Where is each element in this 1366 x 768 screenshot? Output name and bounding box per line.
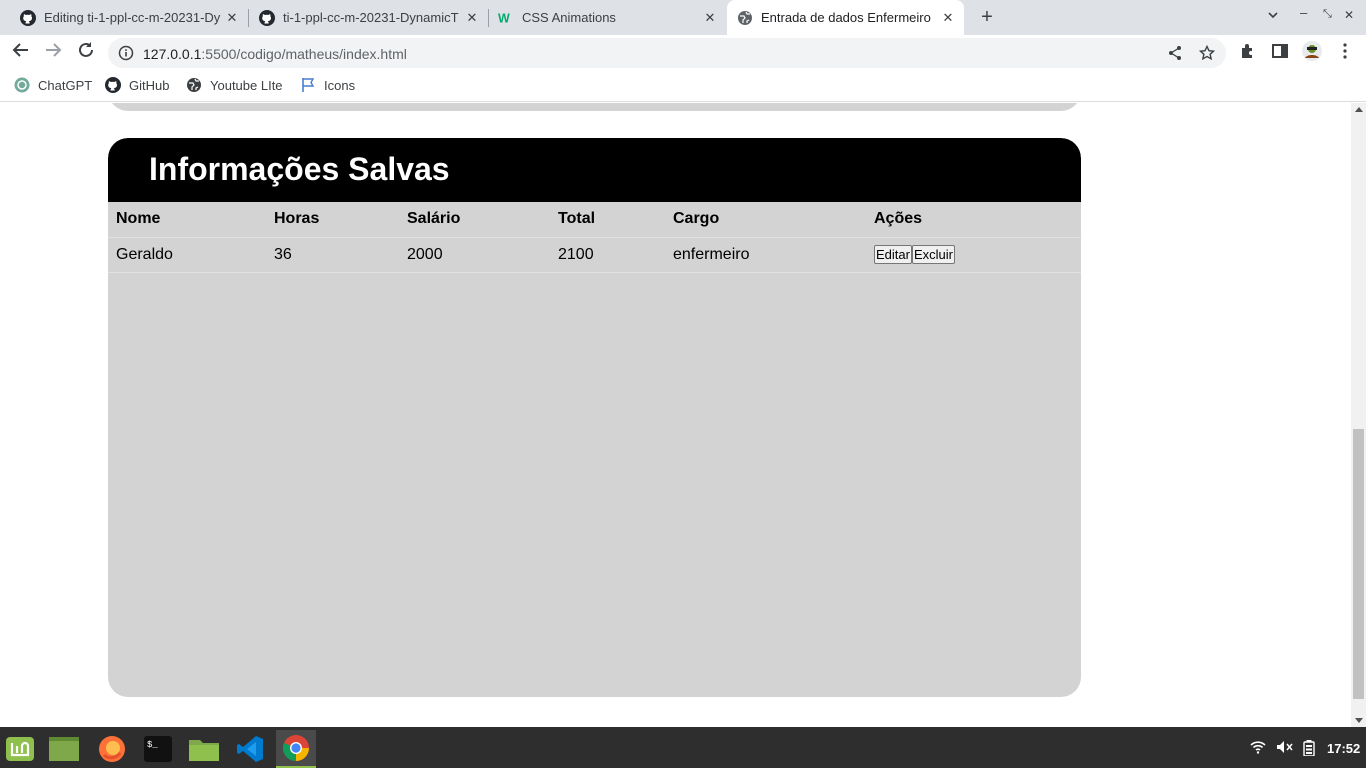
volume-muted-icon[interactable] xyxy=(1276,740,1294,759)
bookmark-github[interactable]: GitHub xyxy=(105,77,169,93)
close-window-button[interactable]: ✕ xyxy=(1344,8,1354,22)
edit-button[interactable]: Editar xyxy=(874,245,912,264)
tab-editing-repo[interactable]: Editing ti-1-ppl-cc-m-20231-Dy ✕ xyxy=(0,0,248,35)
saved-info-table: Nome Horas Salário Total Cargo Ações Ger… xyxy=(108,202,1081,273)
w3schools-icon: W xyxy=(498,10,514,26)
chatgpt-icon xyxy=(14,77,30,93)
table-row: Geraldo 36 2000 2100 enfermeiro Editar Ex… xyxy=(108,237,1081,273)
address-bar[interactable]: 127.0.0.1:5500/codigo/matheus/index.html xyxy=(108,38,1226,68)
table-header-row: Nome Horas Salário Total Cargo Ações xyxy=(108,202,1081,238)
svg-text:W: W xyxy=(498,11,510,25)
tab-search-icon[interactable] xyxy=(1267,9,1279,24)
bookmarks-bar: ChatGPT GitHub Youtube LIte Icons xyxy=(0,69,1366,102)
scroll-thumb[interactable] xyxy=(1353,429,1364,699)
tab-strip: Editing ti-1-ppl-cc-m-20231-Dy ✕ ti-1-pp… xyxy=(0,0,1366,35)
forward-button[interactable] xyxy=(42,41,64,63)
globe-icon xyxy=(186,77,202,93)
globe-icon xyxy=(737,10,753,26)
tab-title: ti-1-ppl-cc-m-20231-DynamicT xyxy=(283,10,459,25)
github-icon xyxy=(105,77,121,93)
minimize-button[interactable]: – xyxy=(1300,5,1307,20)
files-icon[interactable] xyxy=(184,730,224,768)
tab-title: Editing ti-1-ppl-cc-m-20231-Dy xyxy=(44,10,221,25)
chrome-icon[interactable] xyxy=(276,730,316,768)
cell-cargo: enfermeiro xyxy=(665,237,866,273)
saved-info-card: Informações Salvas Nome Horas Salário To… xyxy=(108,138,1081,697)
side-panel-icon[interactable] xyxy=(1271,42,1289,60)
share-icon[interactable] xyxy=(1167,45,1183,61)
new-tab-button[interactable]: + xyxy=(977,7,997,27)
flag-icon xyxy=(300,77,316,93)
scroll-up-arrow-icon[interactable] xyxy=(1355,107,1363,112)
bookmark-star-icon[interactable] xyxy=(1198,44,1216,61)
github-icon xyxy=(20,9,36,26)
bookmark-icons[interactable]: Icons xyxy=(300,77,355,93)
bookmark-label: Youtube LIte xyxy=(210,77,283,93)
column-header-salario: Salário xyxy=(399,202,550,238)
card-header: Informações Salvas xyxy=(108,138,1081,202)
firefox-icon[interactable] xyxy=(92,730,132,768)
tab-dynamic-repo[interactable]: ti-1-ppl-cc-m-20231-DynamicT ✕ xyxy=(248,0,488,35)
tab-title: CSS Animations xyxy=(522,10,616,25)
previous-section-card xyxy=(108,103,1081,111)
system-clock[interactable]: 17:52 xyxy=(1327,741,1360,756)
bookmark-label: GitHub xyxy=(129,77,170,93)
terminal-icon[interactable]: $_ xyxy=(138,730,178,768)
column-header-acoes: Ações xyxy=(866,202,1081,238)
url-text: 127.0.0.1:5500/codigo/matheus/index.html xyxy=(143,46,407,62)
url-path: :5500/codigo/matheus/index.html xyxy=(201,46,407,62)
mint-menu-button[interactable] xyxy=(0,730,40,768)
scroll-down-arrow-icon[interactable] xyxy=(1355,718,1363,723)
bookmark-youtube-lite[interactable]: Youtube LIte xyxy=(186,77,283,93)
back-button[interactable] xyxy=(10,41,32,63)
page-viewport: Informações Salvas Nome Horas Salário To… xyxy=(0,103,1351,727)
bookmark-chatgpt[interactable]: ChatGPT xyxy=(14,77,92,93)
extensions-icon[interactable] xyxy=(1239,42,1257,60)
vscode-icon[interactable] xyxy=(230,730,270,768)
close-icon[interactable]: ✕ xyxy=(464,10,480,26)
cell-horas: 36 xyxy=(266,237,399,273)
github-icon xyxy=(259,9,275,26)
profile-avatar-icon[interactable] xyxy=(1301,40,1323,62)
cell-total: 2100 xyxy=(550,237,665,273)
url-host: 127.0.0.1 xyxy=(143,46,202,62)
cell-salario: 2000 xyxy=(399,237,550,273)
bookmark-label: Icons xyxy=(324,77,356,93)
show-desktop-icon[interactable] xyxy=(44,730,84,768)
page-scrollbar[interactable] xyxy=(1351,103,1366,727)
reload-button[interactable] xyxy=(75,41,97,63)
svg-text:$_: $_ xyxy=(147,740,158,750)
info-icon[interactable] xyxy=(118,45,134,61)
tab-title: Entrada de dados Enfermeiro xyxy=(761,10,931,25)
tab-css-animations[interactable]: W CSS Animations ✕ xyxy=(488,0,726,35)
close-icon[interactable]: ✕ xyxy=(940,10,956,26)
column-header-total: Total xyxy=(550,202,665,238)
restore-button[interactable]: ⤡ xyxy=(1323,8,1332,21)
close-icon[interactable]: ✕ xyxy=(702,10,718,26)
menu-kebab-icon[interactable] xyxy=(1336,42,1354,60)
delete-button[interactable]: Excluir xyxy=(911,245,955,264)
bookmark-label: ChatGPT xyxy=(38,77,93,93)
battery-icon[interactable] xyxy=(1303,740,1315,761)
cell-acoes: Editar Excluir xyxy=(866,237,1081,273)
os-taskbar: $_ 17:52 xyxy=(0,727,1366,768)
browser-toolbar: 127.0.0.1:5500/codigo/matheus/index.html xyxy=(0,35,1366,69)
cell-nome: Geraldo xyxy=(108,237,266,273)
tab-entrada-dados[interactable]: Entrada de dados Enfermeiro ✕ xyxy=(727,0,964,35)
wifi-icon[interactable] xyxy=(1250,740,1266,759)
column-header-nome: Nome xyxy=(108,202,266,238)
column-header-horas: Horas xyxy=(266,202,399,238)
section-title: Informações Salvas xyxy=(149,151,450,187)
close-icon[interactable]: ✕ xyxy=(224,10,240,26)
column-header-cargo: Cargo xyxy=(665,202,866,238)
